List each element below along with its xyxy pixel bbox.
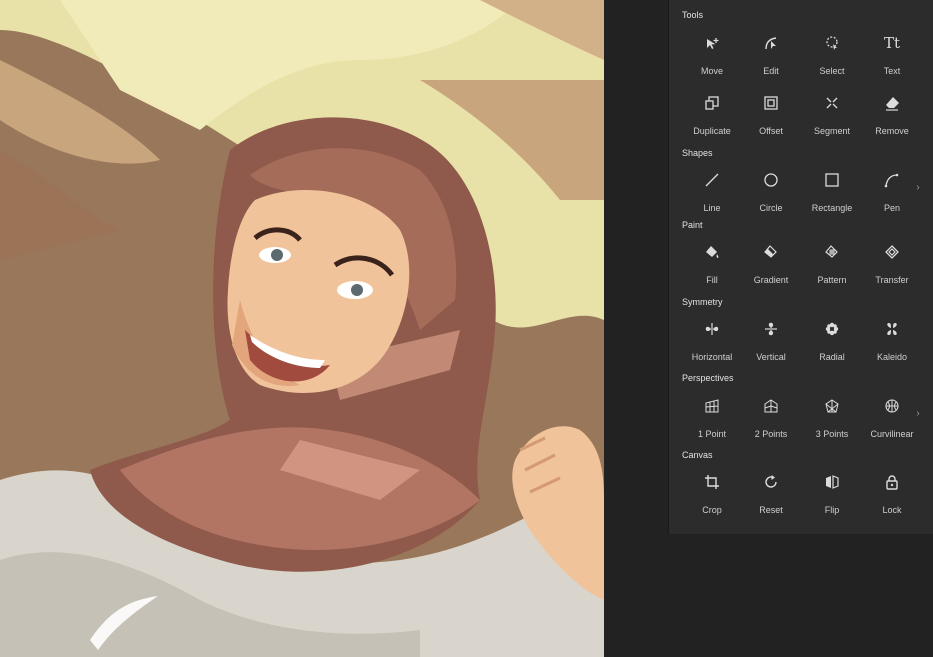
tool-label: Reset (759, 505, 783, 515)
tool-select-button[interactable]: Select (802, 34, 862, 90)
tool-label: Segment (813, 126, 851, 136)
tool-label: Flip (824, 505, 840, 515)
tool-label: Gradient (753, 275, 789, 285)
tool-rectangle-button[interactable]: Rectangle (802, 171, 862, 227)
curvilinear-icon (883, 397, 901, 415)
line-icon (703, 171, 721, 189)
tool-pen-button[interactable]: Pen (862, 171, 922, 227)
reset-icon (762, 473, 780, 491)
tool-label: Horizontal (691, 352, 733, 362)
section-title-paint: Paint (682, 220, 703, 230)
radial-symmetry-icon (823, 320, 841, 338)
tool-label: Radial (819, 352, 845, 362)
tool-label: Kaleido (876, 352, 908, 362)
rectangle-icon (823, 171, 841, 189)
pen-curve-icon (883, 171, 901, 189)
tool-vertical-button[interactable]: Vertical (741, 320, 801, 376)
tool-kaleido-button[interactable]: Kaleido (862, 320, 922, 376)
tool-label: Fill (706, 275, 718, 285)
two-point-perspective-icon (762, 397, 780, 415)
tool-label: Pattern (817, 275, 847, 285)
horizontal-symmetry-icon (703, 320, 721, 338)
edit-node-icon (762, 34, 780, 52)
gradient-icon (762, 243, 780, 261)
section-title-tools: Tools (682, 10, 704, 20)
tool-label: Crop (702, 505, 722, 515)
tool-crop-button[interactable]: Crop (682, 473, 742, 529)
section-title-shapes: Shapes (682, 148, 713, 158)
tool-lock-button[interactable]: Lock (862, 473, 922, 529)
tool-circle-button[interactable]: Circle (741, 171, 801, 227)
tool-label: Duplicate (693, 126, 731, 136)
tool-remove-button[interactable]: Remove (862, 94, 922, 150)
tool-label: Lock (882, 505, 902, 515)
tool-1-point-button[interactable]: 1 Point (682, 397, 742, 453)
tool-gradient-button[interactable]: Gradient (741, 243, 801, 299)
section-title-canvas: Canvas (682, 450, 713, 460)
tool-label: Edit (763, 66, 779, 76)
tool-flip-button[interactable]: Flip (802, 473, 862, 529)
portrait-illustration (0, 0, 604, 657)
tool-label: 3 Points (815, 429, 849, 439)
move-icon (703, 34, 721, 52)
section-title-symmetry: Symmetry (682, 297, 723, 307)
segment-icon (823, 94, 841, 112)
tool-2-points-button[interactable]: 2 Points (741, 397, 801, 453)
tool-transfer-button[interactable]: Transfer (862, 243, 922, 299)
tool-label: Vertical (756, 352, 786, 362)
pattern-icon (823, 243, 841, 261)
tool-offset-button[interactable]: Offset (741, 94, 801, 150)
tool-segment-button[interactable]: Segment (802, 94, 862, 150)
tool-label: Pen (883, 203, 900, 213)
tool-line-button[interactable]: Line (682, 171, 742, 227)
tool-3-points-button[interactable]: 3 Points (802, 397, 862, 453)
tool-curvilinear-button[interactable]: Curvilinear (862, 397, 922, 453)
tool-label: 1 Point (697, 429, 727, 439)
eraser-icon (883, 94, 901, 112)
tool-move-button[interactable]: Move (682, 34, 742, 90)
tool-label: Offset (759, 126, 783, 136)
one-point-perspective-icon (703, 397, 721, 415)
tool-fill-button[interactable]: Fill (682, 243, 742, 299)
tool-label: Line (703, 203, 721, 213)
more-tools-chevron-icon[interactable]: › (913, 182, 923, 194)
tool-radial-button[interactable]: Radial (802, 320, 862, 376)
tool-label: Transfer (875, 275, 909, 285)
tool-pattern-button[interactable]: Pattern (802, 243, 862, 299)
fill-bucket-icon (703, 243, 721, 261)
flip-icon (823, 473, 841, 491)
tool-label: 2 Points (754, 429, 788, 439)
tool-label: Text (883, 66, 901, 76)
tool-label: Remove (875, 126, 909, 136)
section-title-perspectives: Perspectives (682, 373, 734, 383)
vertical-symmetry-icon (762, 320, 780, 338)
tool-horizontal-button[interactable]: Horizontal (682, 320, 742, 376)
tool-label: Circle (759, 203, 783, 213)
tool-label: Move (700, 66, 723, 76)
tools-panel: Tools Move Edit Select Tt Text Duplicate Offset… (669, 0, 933, 534)
lasso-select-icon (823, 34, 841, 52)
more-tools-chevron-icon[interactable]: › (913, 408, 923, 420)
tool-label: Curvilinear (870, 429, 914, 439)
kaleido-icon (883, 320, 901, 338)
transfer-icon (883, 243, 901, 261)
tool-reset-button[interactable]: Reset (741, 473, 801, 529)
offset-icon (762, 94, 780, 112)
crop-icon (703, 473, 721, 491)
tool-text-button[interactable]: Tt Text (862, 34, 922, 90)
lock-icon (883, 473, 901, 491)
tool-edit-button[interactable]: Edit (741, 34, 801, 90)
circle-icon (762, 171, 780, 189)
tool-duplicate-button[interactable]: Duplicate (682, 94, 742, 150)
three-point-perspective-icon (823, 397, 841, 415)
duplicate-icon (703, 94, 721, 112)
artwork-canvas[interactable] (0, 0, 604, 657)
tool-label: Rectangle (811, 203, 853, 213)
text-icon: Tt (883, 34, 901, 52)
tool-label: Select (819, 66, 845, 76)
